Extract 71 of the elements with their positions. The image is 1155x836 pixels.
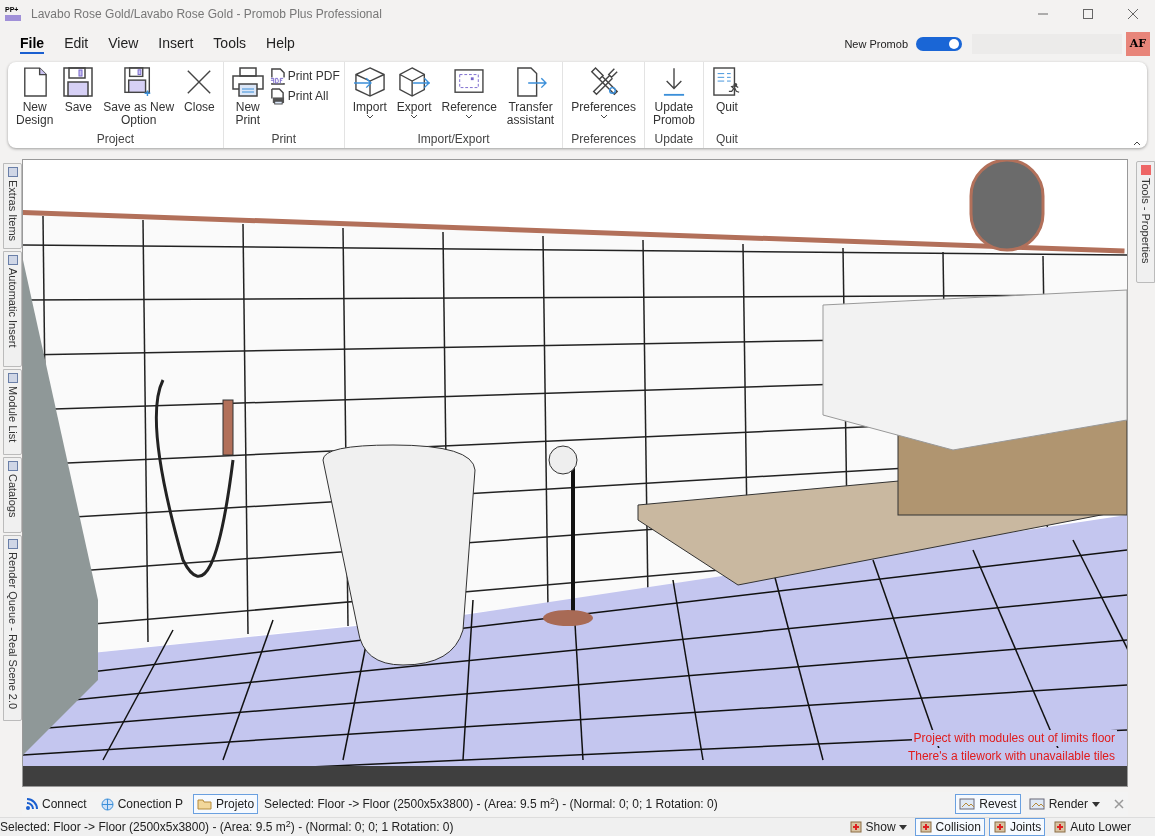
- ribbon-group-label: Print: [271, 132, 297, 146]
- close-icon[interactable]: [1114, 799, 1124, 809]
- ribbon-button[interactable]: Transfer assistant: [502, 66, 559, 127]
- ribbon-button[interactable]: Close: [180, 66, 219, 114]
- printer-icon: [231, 66, 264, 98]
- new-promob-toggle[interactable]: [916, 37, 962, 51]
- side-panel-tab[interactable]: Automatic Insert: [3, 251, 22, 367]
- status-toggle[interactable]: Show: [844, 818, 911, 836]
- ribbon-button[interactable]: Print PDF: [269, 67, 340, 85]
- new-document-icon: [21, 66, 48, 98]
- menu-tab[interactable]: Help: [256, 30, 305, 58]
- ribbon-button[interactable]: Print All: [269, 87, 340, 105]
- cube-export-icon: [398, 66, 431, 98]
- maximize-icon[interactable]: [1081, 8, 1094, 20]
- tool-icon: [848, 820, 863, 834]
- toolbar-button[interactable]: Render: [1024, 794, 1104, 814]
- globe-icon: [100, 797, 114, 811]
- ribbon-group-label: Import/Export: [417, 132, 490, 146]
- rss-icon: [26, 798, 38, 810]
- document-arrow-icon: [514, 66, 547, 98]
- collapse-icon[interactable]: [1133, 141, 1141, 146]
- pdf-icon: [269, 67, 285, 85]
- ribbon-group-label: Update: [654, 132, 694, 146]
- side-panel-tab[interactable]: Extras Items: [3, 163, 22, 249]
- exit-icon: [712, 66, 741, 98]
- toolbar-button[interactable]: Revest: [955, 794, 1021, 814]
- ribbon-group-label: Preferences: [571, 132, 636, 146]
- ribbon-button[interactable]: Quit: [707, 66, 746, 114]
- side-panel-tab[interactable]: Catalogs: [3, 457, 22, 533]
- ribbon-group-label: Quit: [715, 132, 738, 146]
- tool-icon: [918, 820, 933, 834]
- status-toggle[interactable]: Auto Lower: [1049, 818, 1135, 836]
- ribbon-button[interactable]: New Design: [12, 66, 58, 127]
- tool-icon: [992, 820, 1007, 834]
- picture-icon: [959, 797, 976, 811]
- picture-icon: [1028, 797, 1045, 811]
- close-icon[interactable]: [1126, 8, 1139, 20]
- save-icon: [63, 66, 94, 98]
- status-toggle[interactable]: Joints: [988, 818, 1046, 836]
- tool-icon: [1053, 820, 1068, 834]
- menu-tab[interactable]: Insert: [148, 30, 204, 58]
- window-title: Lavabo Rose Gold/Lavabo Rose Gold - Promob Plus Professional: [31, 6, 382, 23]
- ribbon-button[interactable]: Reference: [437, 66, 501, 120]
- warning-message: Project with modules out of limits floor: [911, 730, 1117, 747]
- toggle-label: New Promob: [844, 36, 908, 52]
- menu-tab[interactable]: File: [10, 30, 55, 58]
- ribbon-button[interactable]: Update Promob: [648, 66, 699, 127]
- cube-import-icon: [353, 66, 386, 98]
- selection-info-text: Selected: Floor -> Floor (2500x5x3800) - (Area: 9.5 m$^{2}$) - (Normal: 0; 0; 1 Rotation: 0): [264, 795, 718, 813]
- status-text: Selected: Floor -> Floor (2500x5x3800) - (Area: 9.5 m$^{2}$) - (Normal: 0; 0; 1 Rotation: 0): [0, 818, 454, 836]
- menu-tab[interactable]: Tools: [203, 30, 257, 58]
- menu-tab[interactable]: View: [98, 30, 149, 58]
- side-panel-tab[interactable]: Module List: [3, 369, 22, 455]
- ribbon-button[interactable]: Export: [392, 66, 436, 120]
- side-panel-tab[interactable]: Render Queue - Real Scene 2.0: [3, 535, 22, 721]
- toolbar-button[interactable]: Conection P: [96, 794, 188, 814]
- download-icon: [662, 66, 685, 98]
- toolbar-button[interactable]: Connect: [22, 794, 91, 814]
- ribbon-group-label: Project: [96, 132, 135, 146]
- user-avatar[interactable]: AF: [1126, 32, 1150, 56]
- ribbon-button[interactable]: Preferences: [567, 66, 640, 120]
- ribbon-button[interactable]: New Print: [227, 66, 268, 127]
- ribbon-button[interactable]: Save: [59, 66, 98, 114]
- folder-icon: [197, 798, 213, 810]
- ribbon-button[interactable]: Save as New Option: [99, 66, 179, 127]
- side-panel-tab[interactable]: Tools - Properties: [1136, 161, 1155, 283]
- status-toggle[interactable]: Collision: [914, 818, 985, 836]
- print-icon: [269, 87, 285, 105]
- menu-tab[interactable]: Edit: [54, 30, 99, 58]
- toolbar-button[interactable]: Projeto: [193, 794, 259, 814]
- ribbon-button[interactable]: Import: [348, 66, 391, 120]
